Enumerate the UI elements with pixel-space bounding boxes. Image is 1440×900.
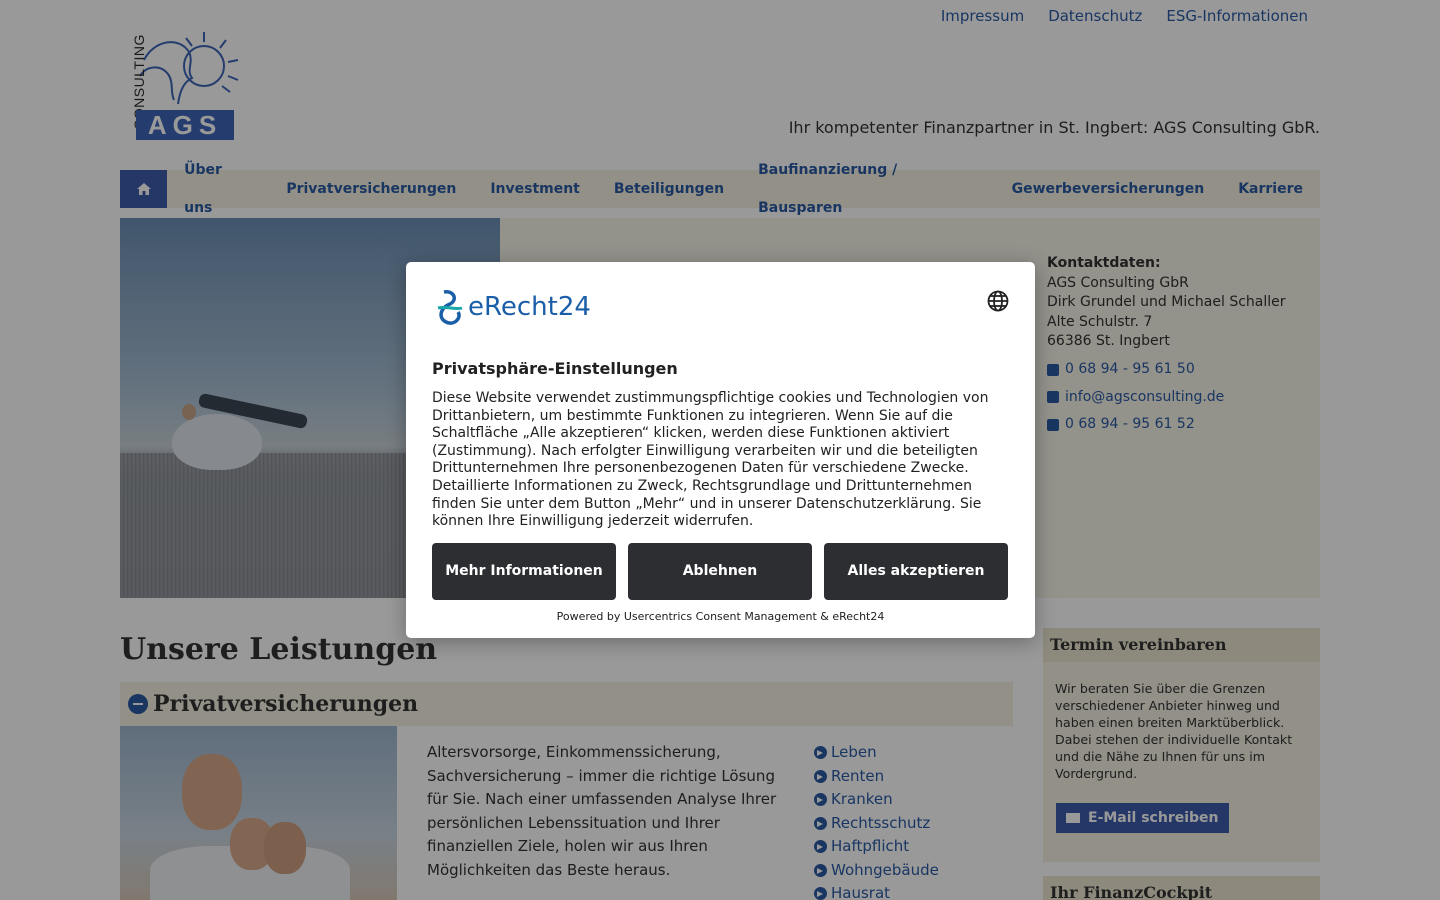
erecht24-mark-icon [437, 290, 463, 325]
consent-text: Diese Website verwendet zustimmungspflic… [432, 390, 989, 530]
globe-icon [987, 290, 1009, 312]
erecht24-logo: eRecht24 [432, 288, 591, 326]
powered-by: Powered by Usercentrics Consent Manageme… [556, 610, 885, 623]
erecht24-brand: eRecht24 [468, 292, 591, 322]
language-button[interactable] [987, 290, 1009, 316]
accept-all-button[interactable]: Alles akzeptieren [824, 543, 1008, 600]
consent-dialog: eRecht24 Privatsphäre-Einstellungen Dies… [406, 262, 1035, 638]
deny-button[interactable]: Ablehnen [628, 543, 812, 600]
consent-title: Privatsphäre-Einstellungen [432, 359, 678, 378]
consent-buttons: Mehr Informationen Ablehnen Alles akzept… [432, 543, 1008, 600]
more-info-button[interactable]: Mehr Informationen [432, 543, 616, 600]
